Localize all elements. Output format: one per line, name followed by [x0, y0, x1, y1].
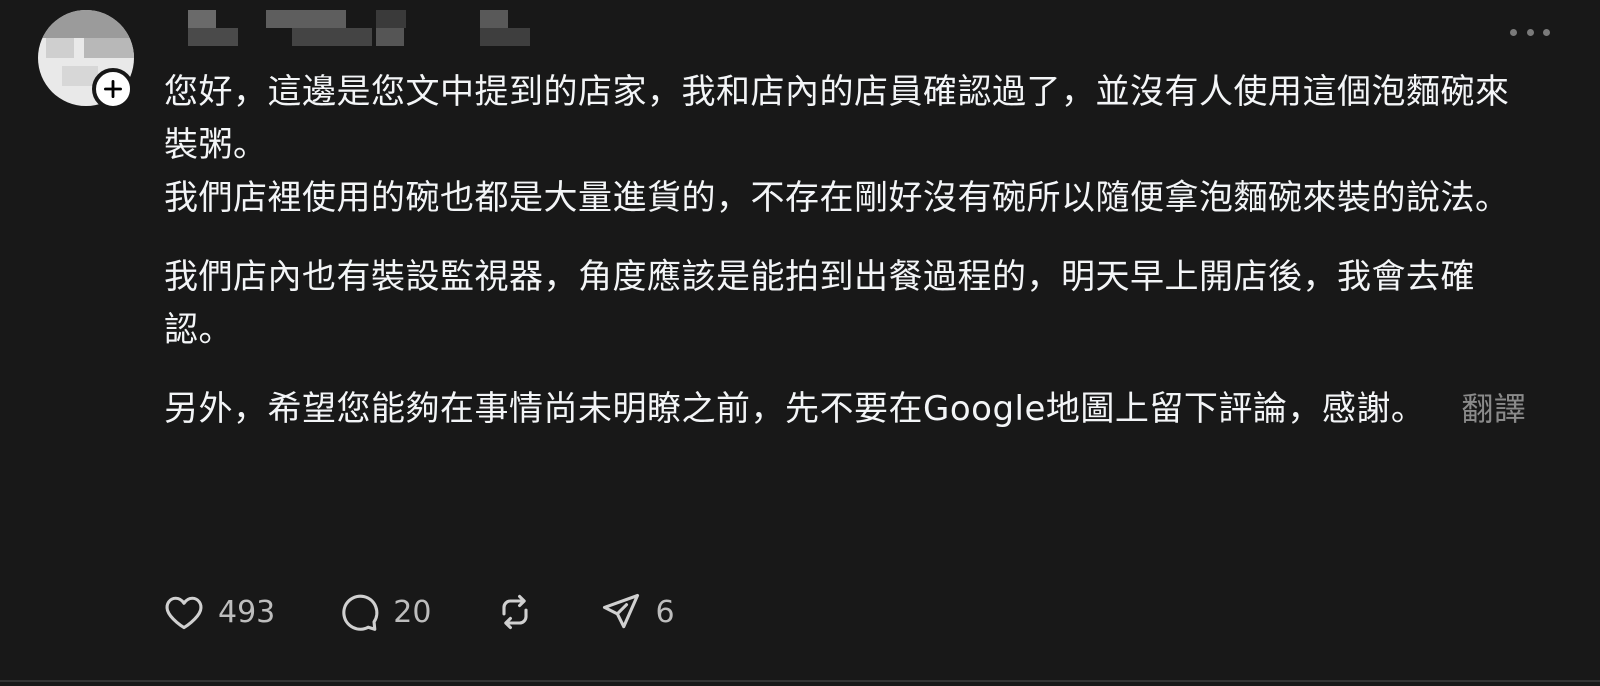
comment-count: 20 [393, 594, 432, 630]
comment-button[interactable]: 20 [337, 590, 431, 634]
more-horizontal-icon [1543, 28, 1550, 36]
avatar-pixel [38, 10, 134, 38]
repost-button[interactable] [493, 590, 537, 634]
avatar-pixel [84, 38, 134, 58]
plus-icon [104, 80, 122, 98]
translate-link[interactable]: 翻譯 [1461, 390, 1526, 428]
paragraph-1: 您好，這邊是您文中提到的店家，我和店內的店員確認過了，並沒有人使用這個泡麵碗來裝… [164, 66, 1539, 225]
like-count: 493 [218, 594, 276, 630]
comment-bubble-icon [342, 594, 379, 631]
more-horizontal-icon [1526, 28, 1534, 36]
post-text: 我們店內也有裝設監視器，角度應該是能拍到出餐過程的，明天早上開店後，我會去確認。 [164, 257, 1475, 350]
like-button[interactable]: 493 [162, 590, 275, 634]
username-redacted[interactable] [188, 10, 548, 58]
thread-reply: 您好，這邊是您文中提到的店家，我和店內的店員確認過了，並沒有人使用這個泡麵碗來裝… [0, 0, 1600, 686]
paragraph-3: 另外，希望您能夠在事情尚未明瞭之前，先不要在Google地圖上留下評論，感謝。翻… [164, 383, 1539, 436]
more-options-button[interactable] [1510, 22, 1550, 42]
repost-icon [502, 594, 529, 630]
post-text: 我們店裡使用的碗也都是大量進貨的，不存在剛好沒有碗所以隨便拿泡麵碗來裝的說法。 [164, 178, 1510, 218]
paragraph-2: 我們店內也有裝設監視器，角度應該是能拍到出餐過程的，明天早上開店後，我會去確認。 [164, 251, 1539, 357]
heart-icon [165, 596, 203, 630]
send-icon [603, 593, 640, 629]
follow-button[interactable] [92, 68, 134, 110]
post-text: 另外，希望您能夠在事情尚未明瞭之前，先不要在Google地圖上留下評論，感謝。 [164, 389, 1426, 429]
post-text: 您好，這邊是您文中提到的店家，我和店內的店員確認過了，並沒有人使用這個泡麵碗來裝… [164, 72, 1510, 165]
post-body: 您好，這邊是您文中提到的店家，我和店內的店員確認過了，並沒有人使用這個泡麵碗來裝… [164, 66, 1539, 436]
action-bar: 493 20 6 [162, 588, 737, 636]
divider [0, 680, 1600, 682]
avatar-pixel [46, 38, 74, 58]
more-horizontal-icon [1510, 28, 1517, 36]
share-count: 6 [655, 594, 675, 630]
share-button[interactable]: 6 [599, 590, 675, 634]
